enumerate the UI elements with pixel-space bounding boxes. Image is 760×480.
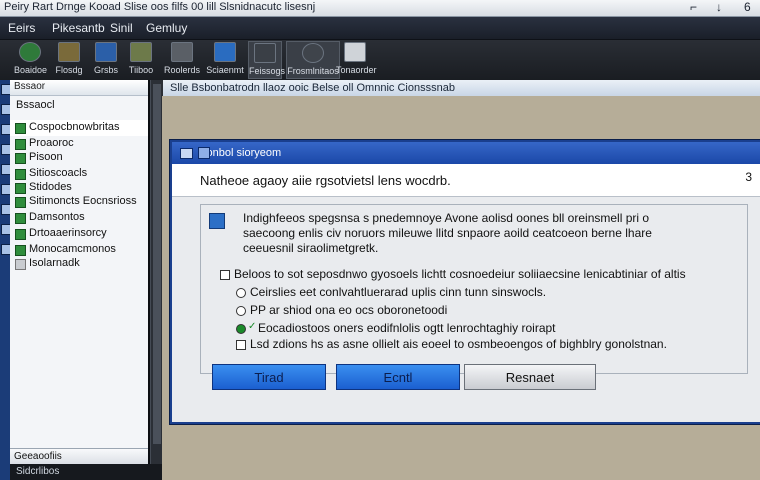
restore-icon[interactable]: ↓ [716,0,722,14]
option-checkbox-1[interactable] [220,270,230,280]
option-label-3: PP ar shiod ona eo ocs oboronetoodi [250,303,448,317]
grid-icon [95,42,117,62]
close-icon[interactable]: 6 [744,0,751,14]
sidebar-item[interactable]: Sitimoncts Eocnsrioss [10,194,148,210]
window-title: Peiry Rart Drnge Kooad Slise oos filfs 0… [4,1,316,13]
folder-icon [58,42,80,62]
address-bar[interactable]: Slle Bsbonbatrodn llaoz ooic Belse oll O… [162,80,760,97]
folder-icon [15,153,26,164]
sidebar-item[interactable]: Isolarnadk [10,256,148,272]
address-text: Slle Bsbonbatrodn llaoz ooic Belse oll O… [170,82,455,94]
dialog-titlebar: Gonbol sioryeom [172,142,760,164]
window-titlebar: Peiry Rart Drnge Kooad Slise oos filfs 0… [0,0,760,17]
left-icon-strip [0,80,11,480]
camera-icon [254,43,276,63]
folder-icon [15,245,26,256]
toolbar-button-7[interactable]: Feissogs [248,41,285,79]
info-icon [209,213,225,229]
folder-icon [15,197,26,208]
toolbar-button-5[interactable]: Roolerds [162,41,202,77]
toolbar-button-4[interactable]: Tiiboo [126,41,156,77]
option-radio-1[interactable] [236,288,246,298]
option-radio-2[interactable] [236,306,246,316]
image-icon [171,42,193,62]
toolbar-button-3[interactable]: Grsbs [92,41,120,77]
scrollbar-thumb[interactable] [153,84,161,444]
restart-button[interactable]: Resnaet [464,364,596,390]
toolbar-button-2[interactable]: Flosdg [54,41,84,77]
option-label-4: Eocadiostoos oners eodifnlolis ogtt lenr… [258,321,556,335]
toolbar-button-8[interactable]: Frosmlnitaos [286,41,340,79]
toolbar-button-1[interactable]: Boaidoe [14,41,47,77]
option-label-1: Beloos to sot seposdnwo gyosoels lichtt … [234,267,686,281]
toolbar-button-9[interactable]: Tonaorder [336,41,377,77]
drive-icon [344,42,366,62]
folder-icon [15,169,26,180]
folder-icon [15,213,26,224]
sidebar-item[interactable]: Damsontos [10,210,148,226]
dialog-heading: Natheoe agaoy aiie rgsotvietsl lens wocd… [200,173,451,188]
checkmark-icon: ✓ [248,321,257,332]
sidebar-item[interactable]: Pisoon [10,150,148,166]
dialog-title: Gonbol sioryeom [198,147,282,159]
dialog-header: Natheoe agaoy aiie rgsotvietsl lens wocd… [172,164,760,197]
option-radio-3[interactable] [236,324,246,334]
close-icon[interactable] [198,147,210,159]
dialog-message: Indighfeeos spegsnsa s pnedemnoye Avone … [243,211,652,255]
minimize-icon[interactable]: ⌐ [690,0,697,14]
bottom-status: Sidcrlibos [10,464,162,480]
window-icon [180,148,193,159]
menu-item-3[interactable]: Sinil [110,21,133,35]
sidebar-item[interactable]: Cospocbnowbritas [10,120,148,136]
sidebar-header: Bssaor [10,80,148,96]
menu-item-1[interactable]: Eeirs [8,21,35,35]
menu-item-2[interactable]: Pikesantb [52,21,105,35]
folder-icon [15,229,26,240]
sidebar-subheader: Bssaocl [16,99,55,111]
document-icon [130,42,152,62]
monitor-icon [214,42,236,62]
folder-icon [15,123,26,134]
folder-icon [15,139,26,150]
option-label-2: Ceirslies eet conlvahtluerarad uplis cin… [250,285,547,299]
sidebar: Bssaor Bssaocl Cospocbnowbritas Proaoroc… [10,80,150,464]
menu-item-4[interactable]: Gemluy [146,21,187,35]
sidebar-item[interactable]: Drtoaaerinsorcy [10,226,148,242]
sidebar-footer[interactable]: Geeaoofiis [10,448,148,465]
first-button[interactable]: Tirad [212,364,326,390]
option-label-5: Lsd zdions hs as asne ollielt ais eoeel … [250,337,667,351]
settings-gear-icon [302,43,324,63]
edit-button[interactable]: Ecntl [336,364,460,390]
folder-icon [15,183,26,194]
file-icon [15,259,26,270]
menu-bar: Eeirs Pikesantb Sinil Gemluy [0,17,760,40]
dialog-window: Gonbol sioryeom Natheoe agaoy aiie rgsot… [170,140,760,424]
toolbar-button-6[interactable]: Sciaenmt [206,41,244,77]
toolbar: Boaidoe Flosdg Grsbs Tiiboo Roolerds Sci… [0,40,760,81]
step-number: 3 [745,170,752,184]
option-checkbox-2[interactable] [236,340,246,350]
globe-icon [19,42,41,62]
